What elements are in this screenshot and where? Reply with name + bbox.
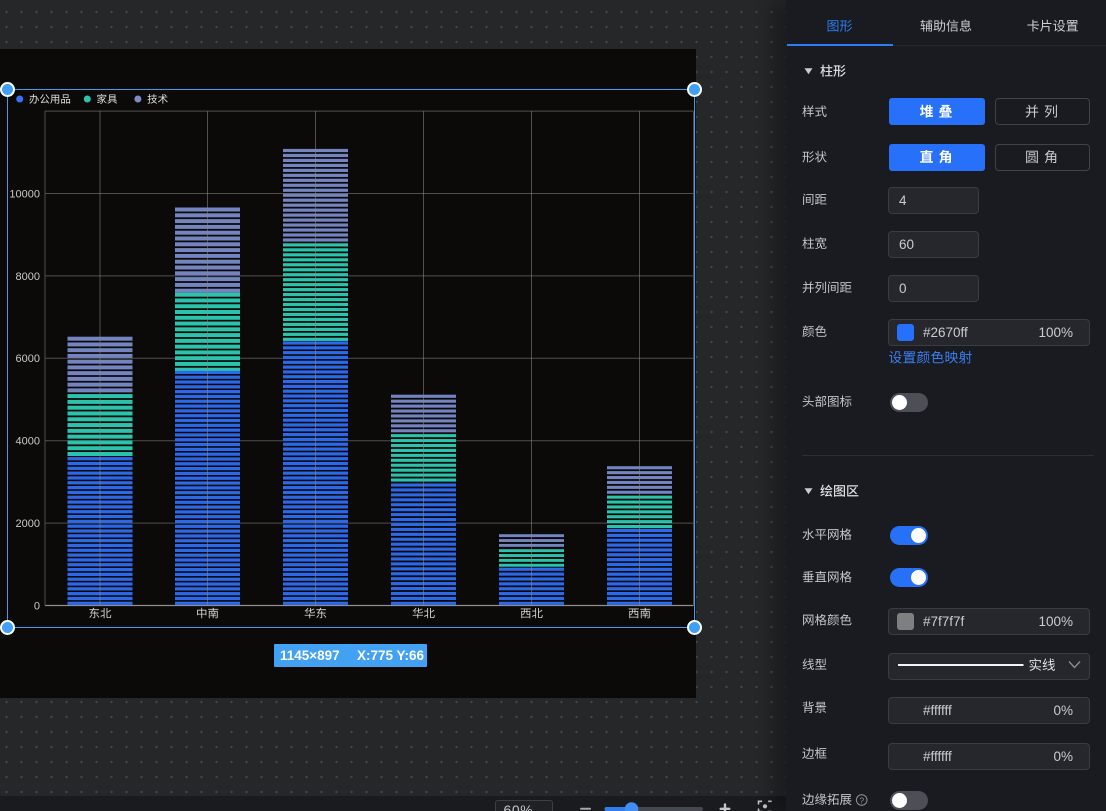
svg-text:?: ? — [859, 796, 864, 806]
